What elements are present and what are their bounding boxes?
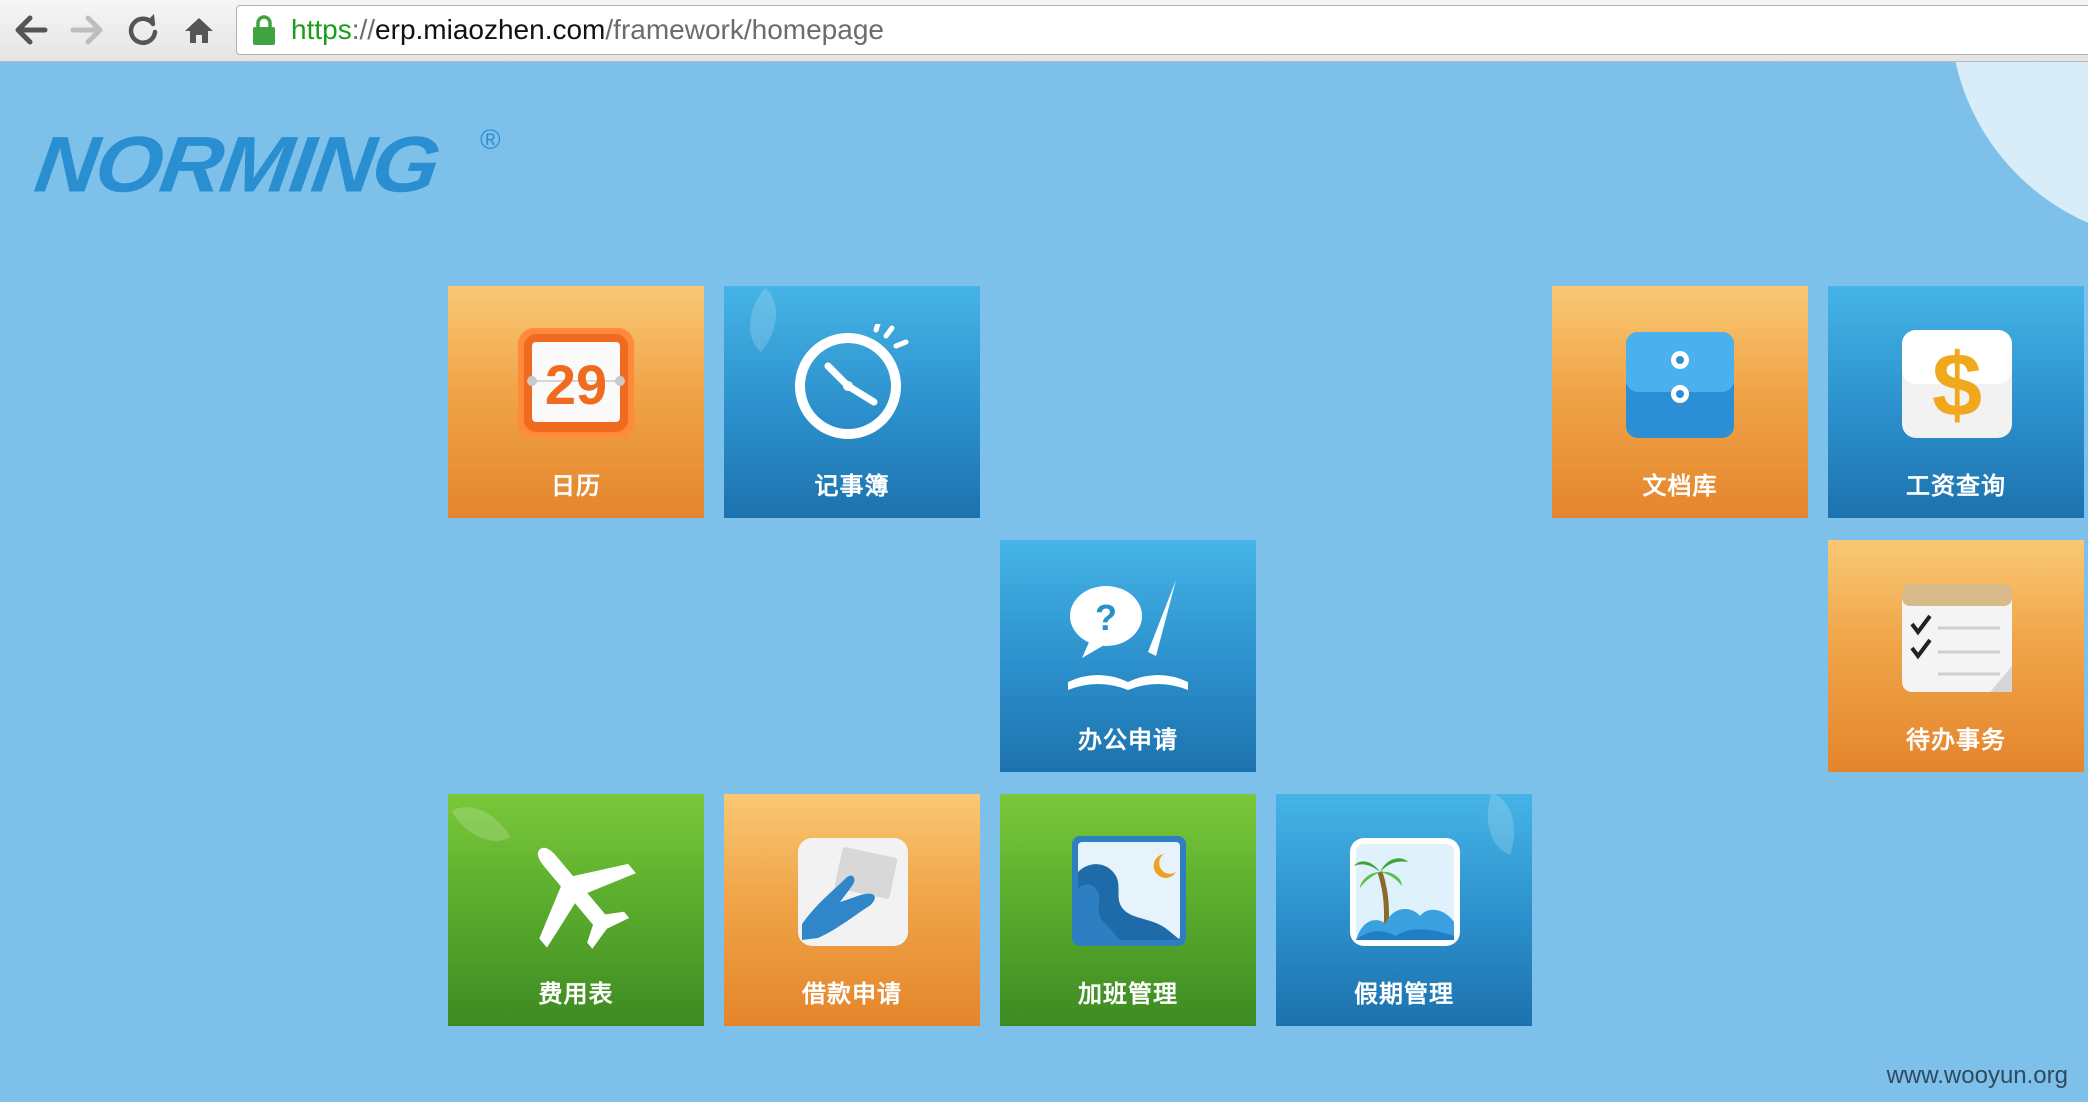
- url-host: erp.miaozhen.com: [375, 14, 606, 45]
- calendar-day: 29: [545, 353, 607, 416]
- tile-salary-query[interactable]: $ 工资查询: [1828, 286, 2084, 518]
- dollar-icon: $: [1902, 330, 2012, 438]
- tile-loan-application[interactable]: 借款申请: [724, 794, 980, 1026]
- page-content: NORMING ® 29 日历 记事簿 文档库 $ 工资查询 ? 办公申请 待办…: [0, 62, 2088, 1102]
- tile-label: 办公申请: [1078, 726, 1178, 754]
- tile-notebook[interactable]: 记事簿: [724, 286, 980, 518]
- arrow-right-icon: [70, 15, 103, 45]
- tile-label: 工资查询: [1906, 472, 2006, 500]
- checklist-icon: [1902, 584, 2012, 692]
- tile-label: 文档库: [1642, 472, 1718, 500]
- tile-document-library[interactable]: 文档库: [1552, 286, 1808, 518]
- url-separator: ://: [351, 14, 376, 45]
- url-path: /framework/homepage: [605, 14, 884, 45]
- tile-label: 费用表: [538, 980, 614, 1008]
- tile-vacation-management[interactable]: 假期管理: [1276, 794, 1532, 1026]
- arrow-left-icon: [15, 15, 48, 45]
- forward-button[interactable]: [66, 9, 108, 51]
- leaf-decoration: [731, 287, 795, 353]
- home-button[interactable]: [178, 9, 220, 51]
- reload-button[interactable]: [122, 9, 164, 51]
- leaf-decoration: [451, 794, 511, 857]
- back-button[interactable]: [10, 9, 52, 51]
- tile-office-application[interactable]: ? 办公申请: [1000, 540, 1256, 772]
- norming-logo: NORMING: [29, 120, 444, 210]
- url-scheme: https: [291, 14, 352, 45]
- leaf-decoration: [1474, 794, 1528, 855]
- browser-toolbar: https://erp.miaozhen.com/framework/homep…: [0, 0, 2088, 62]
- dollar-symbol: $: [1932, 336, 1982, 436]
- address-bar[interactable]: https://erp.miaozhen.com/framework/homep…: [236, 5, 2088, 55]
- question-mark: ?: [1095, 597, 1117, 638]
- hand-card-icon: [798, 838, 908, 946]
- url-text: https://erp.miaozhen.com/framework/homep…: [291, 14, 884, 46]
- airplane-icon: [537, 847, 636, 949]
- decorative-circle: [1950, 62, 2088, 242]
- folder-icon: [1626, 332, 1734, 438]
- tile-expense-sheet[interactable]: 费用表: [448, 794, 704, 1026]
- home-icon: [185, 18, 213, 43]
- palm-tree-icon: [1350, 838, 1460, 946]
- question-book-icon: ?: [1068, 580, 1188, 690]
- tile-calendar[interactable]: 29 日历: [448, 286, 704, 518]
- tile-label: 待办事务: [1906, 726, 2006, 754]
- tile-overtime-management[interactable]: 加班管理: [1000, 794, 1256, 1026]
- reload-icon: [128, 14, 158, 45]
- registered-mark: ®: [480, 124, 501, 155]
- tile-label: 假期管理: [1354, 980, 1454, 1008]
- night-person-icon: [1072, 836, 1186, 946]
- tile-label: 记事簿: [814, 472, 890, 500]
- calendar-icon: 29: [518, 328, 634, 438]
- lock-icon: [253, 15, 275, 45]
- tile-label: 日历: [551, 472, 601, 500]
- watermark: www.wooyun.org: [1886, 1062, 2068, 1089]
- tile-label: 加班管理: [1078, 980, 1178, 1008]
- clock-icon: [795, 324, 909, 439]
- tile-label: 借款申请: [802, 980, 902, 1008]
- tile-todo[interactable]: 待办事务: [1828, 540, 2084, 772]
